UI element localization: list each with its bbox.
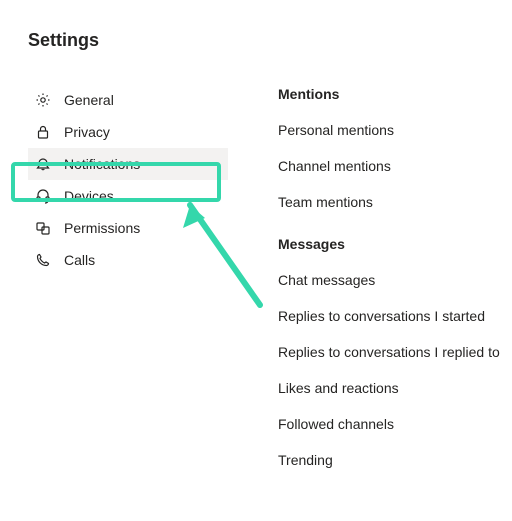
phone-icon bbox=[34, 251, 52, 269]
setting-replies-replied[interactable]: Replies to conversations I replied to bbox=[278, 344, 500, 360]
setting-channel-mentions[interactable]: Channel mentions bbox=[278, 158, 500, 174]
section-heading-messages: Messages bbox=[278, 236, 500, 252]
bell-icon bbox=[34, 155, 52, 173]
setting-trending[interactable]: Trending bbox=[278, 452, 500, 468]
settings-sidebar: General Privacy Notifications Devices bbox=[28, 84, 228, 488]
lock-icon bbox=[34, 123, 52, 141]
section-heading-mentions: Mentions bbox=[278, 86, 500, 102]
sidebar-item-label: Devices bbox=[64, 188, 114, 204]
setting-team-mentions[interactable]: Team mentions bbox=[278, 194, 500, 210]
settings-main: Mentions Personal mentions Channel menti… bbox=[228, 84, 500, 488]
setting-chat-messages[interactable]: Chat messages bbox=[278, 272, 500, 288]
page-title: Settings bbox=[28, 30, 512, 51]
gear-icon bbox=[34, 91, 52, 109]
sidebar-item-label: Permissions bbox=[64, 220, 140, 236]
sidebar-item-calls[interactable]: Calls bbox=[28, 244, 228, 276]
setting-replies-started[interactable]: Replies to conversations I started bbox=[278, 308, 500, 324]
sidebar-item-permissions[interactable]: Permissions bbox=[28, 212, 228, 244]
sidebar-item-label: General bbox=[64, 92, 114, 108]
permissions-icon bbox=[34, 219, 52, 237]
setting-likes-reactions[interactable]: Likes and reactions bbox=[278, 380, 500, 396]
sidebar-item-devices[interactable]: Devices bbox=[28, 180, 228, 212]
sidebar-item-label: Notifications bbox=[64, 156, 140, 172]
sidebar-item-label: Privacy bbox=[64, 124, 110, 140]
setting-personal-mentions[interactable]: Personal mentions bbox=[278, 122, 500, 138]
sidebar-item-notifications[interactable]: Notifications bbox=[28, 148, 228, 180]
sidebar-item-label: Calls bbox=[64, 252, 95, 268]
setting-followed-channels[interactable]: Followed channels bbox=[278, 416, 500, 432]
sidebar-item-general[interactable]: General bbox=[28, 84, 228, 116]
settings-root: Settings General Privacy Notifications bbox=[0, 0, 512, 488]
headset-icon bbox=[34, 187, 52, 205]
sidebar-item-privacy[interactable]: Privacy bbox=[28, 116, 228, 148]
settings-layout: General Privacy Notifications Devices bbox=[28, 84, 512, 488]
